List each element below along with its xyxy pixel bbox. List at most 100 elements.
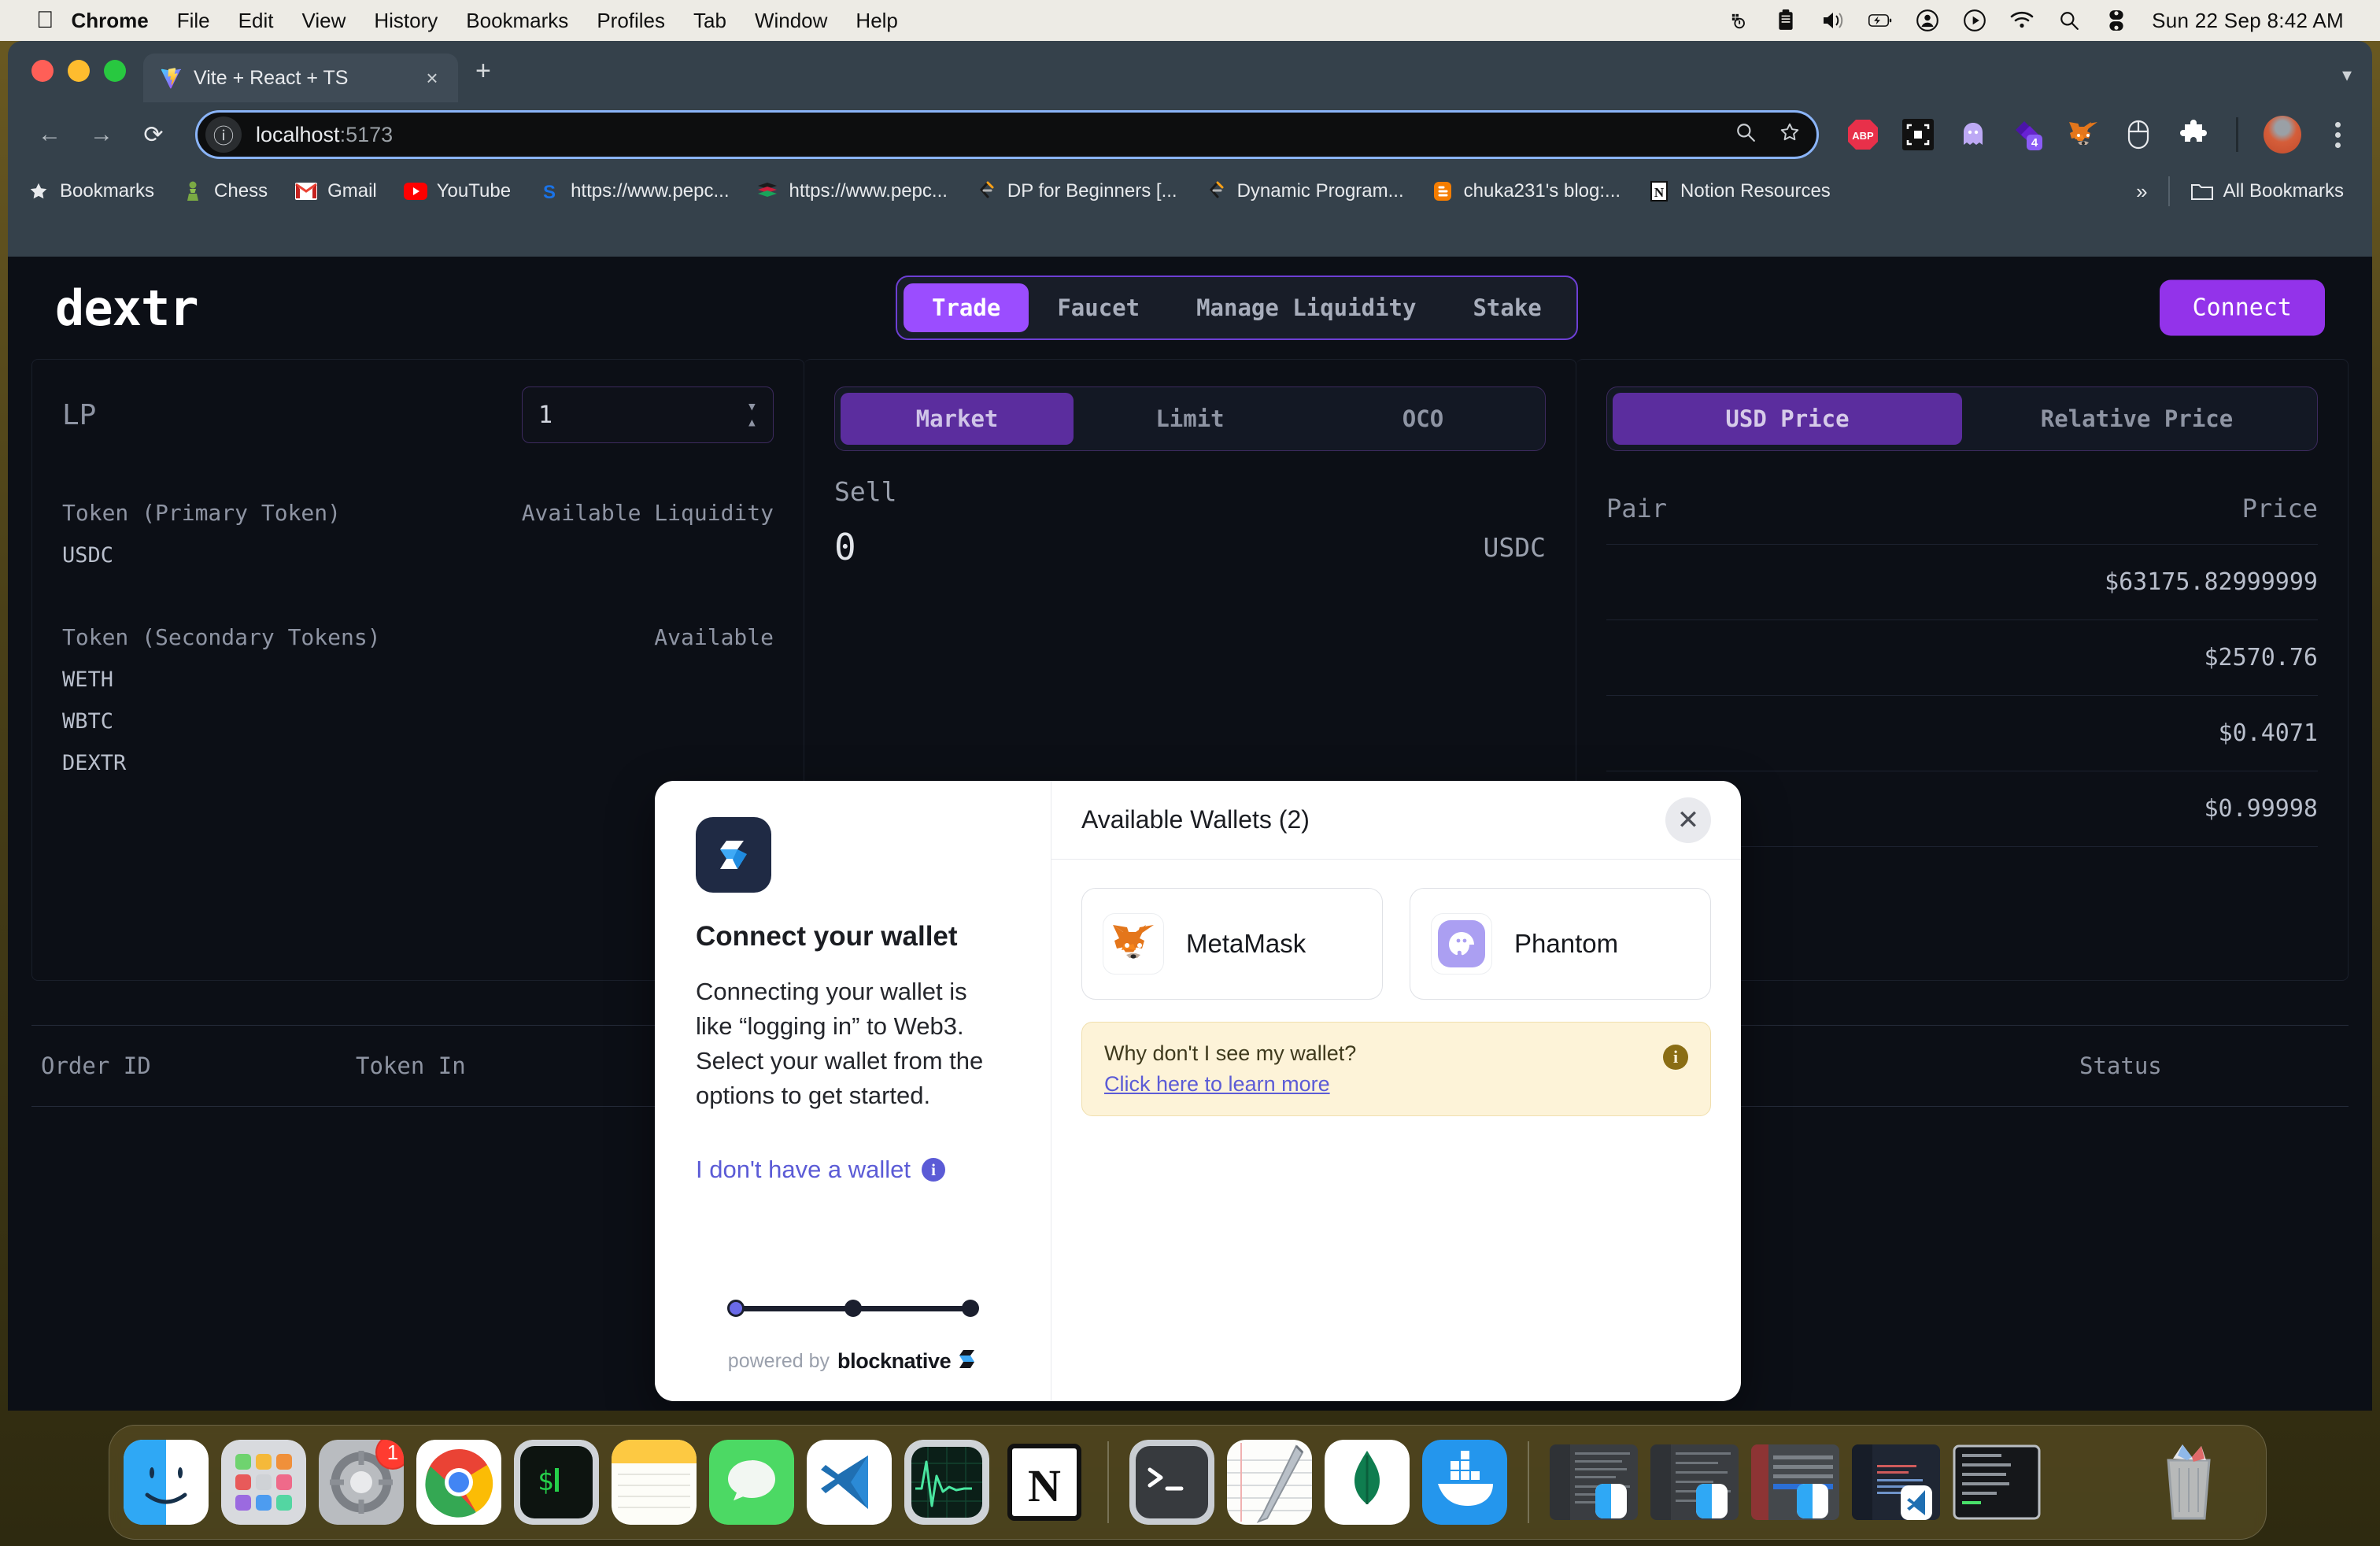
- minimized-window-terminal[interactable]: [1953, 1444, 2041, 1520]
- dock-item-launchpad[interactable]: [221, 1440, 306, 1525]
- battery-charging-icon[interactable]: [1868, 9, 1892, 32]
- price-mode-usd[interactable]: USD Price: [1613, 393, 1962, 445]
- warning-learn-more-link[interactable]: Click here to learn more: [1104, 1072, 1330, 1096]
- dock-item-mongodb-compass[interactable]: [1325, 1440, 1410, 1525]
- maximize-window-button[interactable]: [104, 60, 126, 82]
- bookmark-gmail[interactable]: Gmail: [294, 179, 377, 203]
- menu-item-edit[interactable]: Edit: [238, 9, 274, 33]
- wifi-icon[interactable]: [2010, 9, 2034, 32]
- progress-track[interactable]: [726, 1300, 979, 1317]
- price-mode-relative[interactable]: Relative Price: [1962, 393, 2312, 445]
- reload-button[interactable]: ⟳: [131, 112, 176, 157]
- info-icon[interactable]: i: [922, 1158, 946, 1182]
- qr-scanner-icon[interactable]: [1901, 117, 1935, 152]
- bookmark-dp-for-beginners[interactable]: DP for Beginners [...: [974, 179, 1177, 203]
- apple-logo-icon[interactable]: : [36, 9, 54, 32]
- dock-item-google-chrome[interactable]: [416, 1440, 501, 1525]
- menu-item-window[interactable]: Window: [755, 9, 827, 33]
- lp-select[interactable]: 1 ▾ ▴: [522, 386, 774, 443]
- tab-manage-liquidity[interactable]: Manage Liquidity: [1168, 283, 1444, 332]
- kebab-menu-icon[interactable]: [2322, 121, 2353, 148]
- dock-item-terminal[interactable]: [1129, 1440, 1214, 1525]
- dock-item-docker[interactable]: [1422, 1440, 1507, 1525]
- menu-item-chrome[interactable]: Chrome: [72, 9, 149, 33]
- dock-item-notion[interactable]: N: [1002, 1440, 1087, 1525]
- dock-item-trash[interactable]: [2146, 1440, 2231, 1525]
- control-center-icon[interactable]: [2105, 9, 2128, 32]
- star-icon[interactable]: [1774, 122, 1805, 148]
- tab-stake[interactable]: Stake: [1444, 283, 1569, 332]
- order-type-oco[interactable]: OCO: [1306, 393, 1539, 445]
- metamask-icon[interactable]: [2066, 117, 2101, 152]
- menu-item-view[interactable]: View: [301, 9, 346, 33]
- menu-item-history[interactable]: History: [374, 9, 438, 33]
- dock-item-notes[interactable]: [612, 1440, 697, 1525]
- minimized-window-finder-2[interactable]: [1650, 1444, 1739, 1520]
- bookmark-chuka231-blog[interactable]: chuka231's blog:...: [1431, 179, 1621, 203]
- phantom-wallet-icon[interactable]: 4: [2011, 117, 2046, 152]
- info-icon[interactable]: i: [1663, 1045, 1688, 1070]
- browser-tab[interactable]: Vite + React + TS ×: [143, 54, 458, 102]
- dock-item-visual-studio-code[interactable]: [807, 1440, 892, 1525]
- progress-dot-3[interactable]: [961, 1300, 979, 1317]
- connect-wallet-button[interactable]: Connect: [2159, 279, 2325, 336]
- minimize-window-button[interactable]: [68, 60, 90, 82]
- no-wallet-link[interactable]: I don't have a wallet: [696, 1156, 911, 1184]
- dock-item-activity-monitor[interactable]: [904, 1440, 989, 1525]
- bookmarks-overflow-button[interactable]: »: [2136, 179, 2147, 204]
- bookmark-youtube[interactable]: YouTube: [403, 179, 511, 203]
- bookmark-pepc-1[interactable]: S https://www.pepc...: [538, 179, 729, 203]
- app-logo[interactable]: dextr: [55, 279, 199, 337]
- search-icon[interactable]: [2057, 9, 2081, 32]
- info-circle-icon[interactable]: ⓘ: [205, 117, 242, 153]
- menu-bar-clock[interactable]: Sun 22 Sep 8:42 AM: [2152, 9, 2344, 33]
- user-circle-icon[interactable]: [1916, 9, 1939, 32]
- all-bookmarks-button[interactable]: All Bookmarks: [2190, 179, 2344, 203]
- chevron-down-icon[interactable]: ▾: [2342, 64, 2372, 102]
- minimized-window-finder-1[interactable]: [1550, 1444, 1638, 1520]
- tab-trade[interactable]: Trade: [904, 283, 1029, 332]
- progress-dot-2[interactable]: [844, 1300, 862, 1317]
- play-circle-icon[interactable]: [1963, 9, 1986, 32]
- bookmark-chess[interactable]: Chess: [181, 179, 268, 203]
- new-tab-button[interactable]: +: [475, 56, 491, 102]
- minimized-window-vscode[interactable]: [1852, 1444, 1940, 1520]
- bookmark-pepc-2[interactable]: https://www.pepc...: [756, 179, 948, 203]
- wallet-option-metamask[interactable]: MetaMask: [1081, 888, 1383, 1000]
- dock-item-textedit[interactable]: [1227, 1440, 1312, 1525]
- forward-button[interactable]: →: [79, 112, 124, 157]
- extensions-puzzle-icon[interactable]: [2176, 117, 2211, 152]
- order-type-limit[interactable]: Limit: [1074, 393, 1306, 445]
- menu-item-help[interactable]: Help: [856, 9, 897, 33]
- close-tab-button[interactable]: ×: [420, 66, 444, 91]
- dock-item-messages[interactable]: [709, 1440, 794, 1525]
- address-bar[interactable]: ⓘ localhost:5173: [195, 110, 1819, 159]
- ghostery-icon[interactable]: [1956, 117, 1990, 152]
- progress-dot-1[interactable]: [726, 1300, 745, 1317]
- profile-avatar[interactable]: [2264, 116, 2301, 153]
- menu-item-file[interactable]: File: [177, 9, 210, 33]
- mouse-icon[interactable]: [2121, 117, 2156, 152]
- bookmark-notion-resources[interactable]: N Notion Resources: [1647, 179, 1831, 203]
- menu-item-tab[interactable]: Tab: [693, 9, 726, 33]
- wallet-option-phantom[interactable]: Phantom: [1410, 888, 1711, 1000]
- close-window-button[interactable]: [31, 60, 54, 82]
- volume-icon[interactable]: [1821, 9, 1845, 32]
- dock-item-iterm2[interactable]: $: [514, 1440, 599, 1525]
- tab-faucet[interactable]: Faucet: [1029, 283, 1168, 332]
- bookmark-bookmarks[interactable]: Bookmarks: [27, 179, 154, 203]
- order-type-market[interactable]: Market: [841, 393, 1074, 445]
- minimized-window-finder-3[interactable]: [1751, 1444, 1839, 1520]
- adblock-plus-icon[interactable]: ABP: [1846, 117, 1880, 152]
- bookmark-dynamic-programming[interactable]: Dynamic Program...: [1204, 179, 1404, 203]
- menu-item-bookmarks[interactable]: Bookmarks: [466, 9, 568, 33]
- amount-input[interactable]: 0: [834, 526, 856, 568]
- docker-icon[interactable]: [1727, 9, 1750, 32]
- dock-item-system-settings[interactable]: 1: [319, 1440, 404, 1525]
- back-button[interactable]: ←: [27, 112, 72, 157]
- menu-item-profiles[interactable]: Profiles: [597, 9, 665, 33]
- dock-item-finder[interactable]: [124, 1440, 209, 1525]
- close-icon[interactable]: ✕: [1665, 797, 1711, 843]
- search-icon[interactable]: [1730, 122, 1761, 148]
- stepper-updown-icon[interactable]: ▾ ▴: [747, 398, 757, 431]
